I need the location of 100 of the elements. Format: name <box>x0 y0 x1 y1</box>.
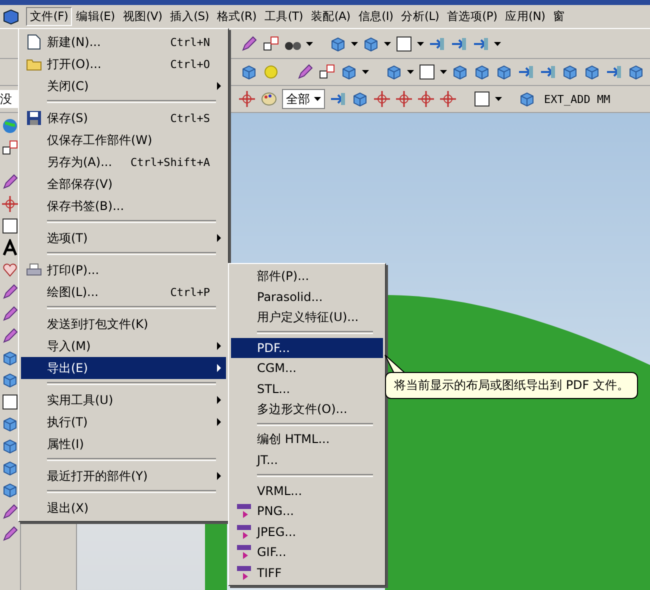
menu-item[interactable]: VRML... <box>231 480 383 501</box>
crosshair-icon[interactable] <box>238 90 256 108</box>
menu-item[interactable]: 另存为(A)... Ctrl+Shift+A <box>21 151 226 173</box>
menu-item[interactable]: TIFF <box>231 562 383 583</box>
menu-item[interactable]: 打开(O)... Ctrl+O <box>21 53 226 75</box>
menu-item[interactable]: 应用(N) <box>501 7 550 26</box>
heart-icon[interactable] <box>1 261 19 279</box>
menu-item[interactable]: STL... <box>231 378 383 399</box>
menu-item[interactable]: 发送到打包文件(K) <box>21 313 226 335</box>
caret-icon[interactable] <box>362 70 369 74</box>
arrow-icon[interactable] <box>517 63 535 81</box>
menu-item[interactable]: 首选项(P) <box>443 7 502 26</box>
arrow-icon[interactable] <box>539 63 557 81</box>
crosshair-icon[interactable] <box>373 90 391 108</box>
squares-icon[interactable] <box>1 139 19 157</box>
square-icon[interactable] <box>418 63 436 81</box>
menu-item[interactable]: 信息(I) <box>354 7 398 26</box>
cube-icon[interactable] <box>473 63 491 81</box>
menu-item[interactable]: 仅保存工作部件(W) <box>21 129 226 151</box>
menu-item[interactable]: 插入(S) <box>166 7 213 26</box>
cube-icon[interactable] <box>362 34 380 52</box>
menu-item[interactable]: 文件(F) <box>26 7 72 26</box>
menu-item[interactable]: 保存书签(B)... <box>21 195 226 217</box>
menu-item[interactable]: JPEG... <box>231 522 383 542</box>
cube-icon[interactable] <box>1 481 19 499</box>
cube-icon[interactable] <box>495 63 513 81</box>
menu-item[interactable]: 分析(L) <box>397 7 444 26</box>
square-icon[interactable] <box>1 217 19 235</box>
cube-icon[interactable] <box>385 63 403 81</box>
menu-item[interactable]: 新建(N)... Ctrl+N <box>21 31 226 53</box>
pencil-icon[interactable] <box>1 327 19 345</box>
menu-item[interactable]: 导出(E) <box>21 357 226 379</box>
caret-icon[interactable] <box>351 42 358 46</box>
crosshair-icon[interactable] <box>439 90 457 108</box>
pencil-icon[interactable] <box>296 63 314 81</box>
squares-icon[interactable] <box>262 34 280 52</box>
pencil-icon[interactable] <box>1 305 19 323</box>
menu-item[interactable]: 导入(M) <box>21 335 226 357</box>
crosshair-icon[interactable] <box>1 195 19 213</box>
palette-icon[interactable] <box>260 90 278 108</box>
cube-icon[interactable] <box>329 34 347 52</box>
menu-item[interactable]: 工具(T) <box>260 7 307 26</box>
menu-item[interactable]: 编创 HTML... <box>231 430 383 450</box>
menu-item[interactable]: 保存(S) Ctrl+S <box>21 107 226 129</box>
menu-item[interactable]: CGM... <box>231 358 383 378</box>
cube-icon[interactable] <box>1 459 19 477</box>
menu-item[interactable]: GIF... <box>231 542 383 562</box>
cube-icon[interactable] <box>1 371 19 389</box>
caret-icon[interactable] <box>407 70 414 74</box>
caret-icon[interactable] <box>417 42 424 46</box>
menu-item[interactable]: 最近打开的部件(Y) <box>21 465 226 487</box>
square-icon[interactable] <box>1 393 19 411</box>
pencil-icon[interactable] <box>1 503 19 521</box>
caret-icon[interactable] <box>495 97 502 101</box>
pencil-icon[interactable] <box>1 283 19 301</box>
crosshair-icon[interactable] <box>395 90 413 108</box>
cube-icon[interactable] <box>561 63 579 81</box>
cube-icon[interactable] <box>583 63 601 81</box>
menu-item[interactable]: 视图(V) <box>118 7 166 26</box>
menu-item[interactable]: PNG... <box>231 501 383 522</box>
arrow-icon[interactable] <box>605 63 623 81</box>
menu-item[interactable]: 打印(P)... <box>21 259 226 281</box>
pencil-icon[interactable] <box>240 34 258 52</box>
cube-icon[interactable] <box>1 349 19 367</box>
cube-icon[interactable] <box>351 90 369 108</box>
cube-icon[interactable] <box>1 437 19 455</box>
menu-item[interactable]: 属性(I) <box>21 433 226 455</box>
cube-icon[interactable] <box>518 90 536 108</box>
menu-item[interactable]: 编辑(E) <box>72 7 119 26</box>
globe-icon[interactable] <box>1 117 19 135</box>
filter-dropdown[interactable]: 全部 <box>282 89 325 109</box>
application-icon[interactable] <box>2 8 20 26</box>
menu-item[interactable]: 关闭(C) <box>21 75 226 97</box>
menu-item[interactable]: 实用工具(U) <box>21 389 226 411</box>
square-icon[interactable] <box>473 90 491 108</box>
square-icon[interactable] <box>395 34 413 52</box>
caret-icon[interactable] <box>494 42 501 46</box>
caret-icon[interactable] <box>440 70 447 74</box>
menu-item[interactable]: JT... <box>231 450 383 470</box>
cube-icon[interactable] <box>1 415 19 433</box>
arrow-icon[interactable] <box>329 90 347 108</box>
layer-field[interactable]: 没 <box>0 90 20 108</box>
cube-icon[interactable] <box>240 63 258 81</box>
menu-item[interactable]: 执行(T) <box>21 411 226 433</box>
menu-item[interactable]: 装配(A) <box>306 7 354 26</box>
menu-item[interactable]: 退出(X) <box>21 497 226 519</box>
pencil-icon[interactable] <box>1 173 19 191</box>
menu-item[interactable]: 窗 <box>549 7 569 26</box>
menu-item[interactable]: 多边形文件(O)... <box>231 399 383 420</box>
menu-item[interactable]: 格式(R) <box>212 7 260 26</box>
cube-icon[interactable] <box>340 63 358 81</box>
menu-item[interactable]: 绘图(L)... Ctrl+P <box>21 281 226 303</box>
caret-icon[interactable] <box>306 42 313 46</box>
menu-item[interactable]: Parasolid... <box>231 286 383 307</box>
letter-icon[interactable] <box>1 239 19 257</box>
cube-icon[interactable] <box>627 63 645 81</box>
pencil-icon[interactable] <box>1 525 19 543</box>
menu-item[interactable]: PDF... <box>231 338 383 358</box>
cube-icon[interactable] <box>451 63 469 81</box>
squares-icon[interactable] <box>318 63 336 81</box>
